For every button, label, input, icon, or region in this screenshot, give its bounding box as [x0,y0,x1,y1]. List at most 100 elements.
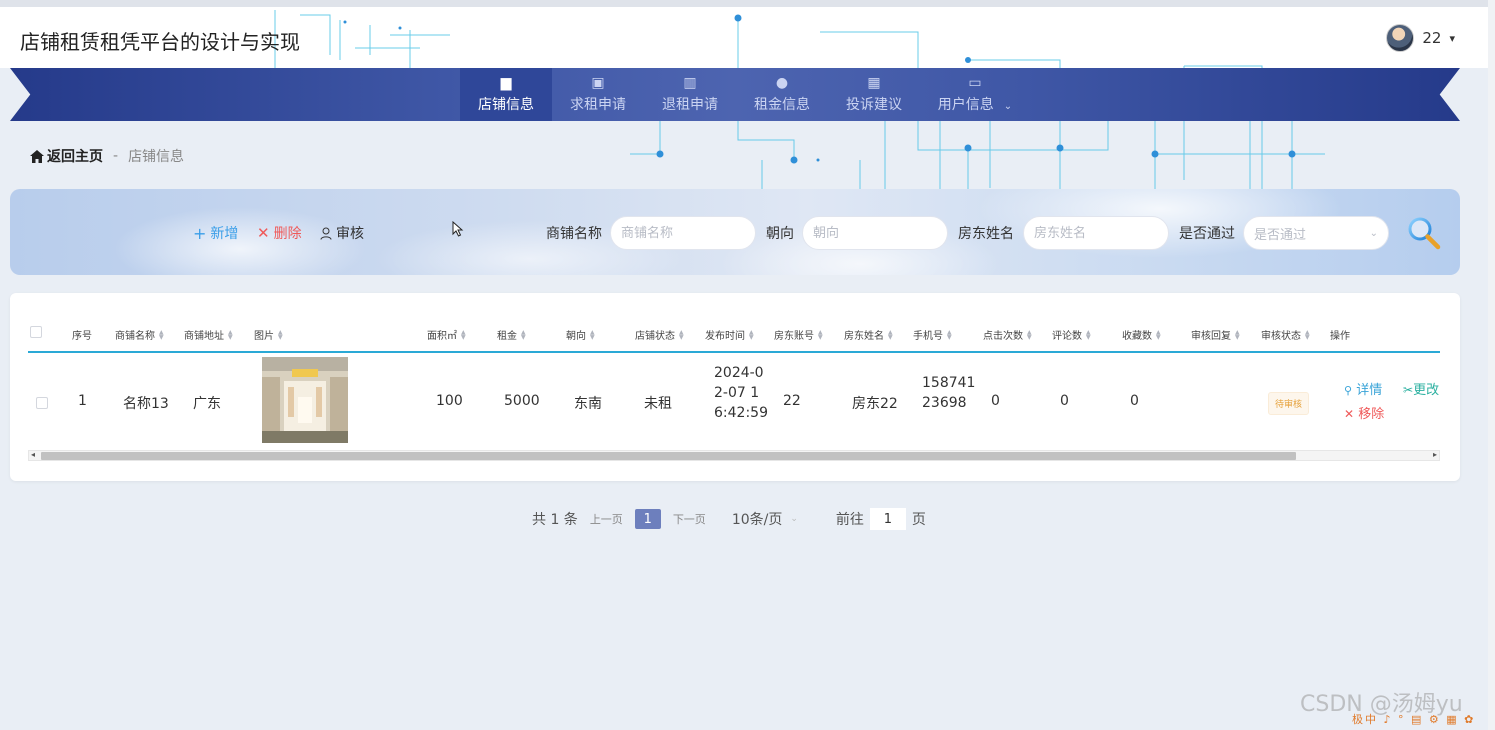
pass-label: 是否通过 [1179,226,1235,242]
horizontal-scrollbar[interactable]: ◂ ▸ [28,450,1440,461]
add-label: 新增 [210,226,239,242]
detail-label: 详情 [1356,383,1383,398]
owner-name-label: 房东姓名 [958,226,1014,242]
cell-publish-time: 2024-0 2-07 1 6:42:59 [714,363,768,423]
col-rent[interactable]: 租金 ▲ ▼ [497,327,526,342]
chevron-down-icon: ⌄ [1003,101,1013,112]
pass-select[interactable]: 是否通过 ⌄ [1243,216,1389,250]
search-icon[interactable] [1406,215,1442,251]
sort-icon: ▲ ▼ [1156,328,1161,341]
col-audit-status[interactable]: 审核状态 ▲ ▼ [1261,327,1310,342]
nav-item-label: 投诉建议 [846,97,902,113]
briefcase-icon: ▣ [591,75,605,91]
owner-name-input[interactable] [1023,216,1169,250]
col-area[interactable]: 面积㎡ ▲ ▼ [427,327,466,342]
col-owner-account[interactable]: 房东账号 ▲ ▼ [774,327,823,342]
cell-rent: 5000 [504,393,540,409]
page-scrollbar[interactable] [1488,0,1495,730]
cell-direction: 东南 [574,396,602,412]
col-owner-name[interactable]: 房东姓名 ▲ ▼ [844,327,893,342]
cell-area: 100 [436,393,463,409]
user-menu[interactable]: 22 ▾ [1386,24,1455,52]
col-shop-status[interactable]: 店铺状态 ▲ ▼ [635,327,684,342]
col-shop-address[interactable]: 商铺地址 ▲ ▼ [184,327,233,342]
goto-page-input[interactable] [869,508,906,530]
col-index: 序号 [72,331,92,342]
table-row: 1 名称13 广东 100 5000 东南 未租 2024-0 2-07 1 6… [28,355,1440,449]
sort-icon: ▲ ▼ [1086,328,1091,341]
goto-suffix: 页 [911,512,926,528]
ime-toolbar[interactable]: 极中 ♪ ° ▤ ⚙ ▦ ✿ [1352,711,1475,727]
direction-label: 朝向 [766,226,794,242]
sort-icon: ▲ ▼ [679,328,684,341]
detail-button[interactable]: ⚲ 详情 [1344,379,1382,398]
nav-item-user-info[interactable]: ▭ 用户信息 ⌄ [920,68,1030,121]
breadcrumb-current: 店铺信息 [128,149,185,165]
table-panel: 序号 商铺名称 ▲ ▼ 商铺地址 ▲ ▼ 图片 ▲ ▼ 面积㎡ ▲ ▼ 租金 ▲ ▼ 朝向 ▲ ▼ 店铺… [10,293,1460,481]
pass-select-placeholder: 是否通过 [1254,227,1307,243]
filter-panel: + 新增 ✕ 删除 审核 商铺名称 朝向 房东姓名 是否通过 是否通过 ⌄ [10,189,1460,275]
col-publish-time[interactable]: 发布时间 ▲ ▼ [705,327,754,342]
row-checkbox[interactable] [36,397,48,409]
shop-name-input[interactable] [610,216,756,250]
site-title: 店铺租赁租凭平台的设计与实现 [20,30,300,54]
edit-button[interactable]: ✂更改 [1403,379,1440,398]
nav-item-shop-info[interactable]: ▆ 店铺信息 [460,68,552,121]
sort-icon: ▲ ▼ [749,328,754,341]
goto-prefix: 前往 [835,512,864,528]
next-page-button[interactable]: 下一页 [673,511,706,527]
breadcrumb: 返回主页 - 店铺信息 [30,146,184,166]
sort-icon: ▲ ▼ [947,328,952,341]
goto-page: 前往 页 [836,508,926,530]
page-number-current[interactable]: 1 [634,509,661,529]
mouse-cursor-icon [452,221,464,237]
nav-item-complaints[interactable]: ▦ 投诉建议 [828,68,920,121]
cell-address: 广东 [193,396,221,412]
delete-button[interactable]: ✕ 删除 [257,223,302,243]
nav-item-rent-info[interactable]: ● 租金信息 [736,68,828,121]
breadcrumb-separator: - [113,148,119,164]
col-clicks[interactable]: 点击次数 ▲ ▼ [983,327,1032,342]
page-size-select[interactable]: 10条/页 ⌄ [732,509,798,529]
caret-down-icon: ▾ [1449,31,1455,45]
shop-image[interactable] [262,357,348,443]
table-header: 序号 商铺名称 ▲ ▼ 商铺地址 ▲ ▼ 图片 ▲ ▼ 面积㎡ ▲ ▼ 租金 ▲ ▼ 朝向 ▲ ▼ 店铺… [28,315,1440,353]
shop-photo [262,357,348,443]
breadcrumb-home[interactable]: 返回主页 [30,146,103,166]
col-audit-reply[interactable]: 审核回复 ▲ ▼ [1191,327,1240,342]
add-button[interactable]: + 新增 [193,223,238,243]
audit-button[interactable]: 审核 [320,223,364,243]
col-shop-name[interactable]: 商铺名称 ▲ ▼ [115,327,164,342]
nav-item-rent-request[interactable]: ▣ 求租申请 [552,68,644,121]
col-image[interactable]: 图片 ▲ ▼ [254,327,283,342]
main-nav: ▆ 店铺信息 ▣ 求租申请 ▥ 退租申请 ● 租金信息 ▦ 投诉建议 ▭ 用户信… [10,68,1460,121]
prev-page-button[interactable]: 上一页 [590,511,623,527]
col-favorites[interactable]: 收藏数 ▲ ▼ [1122,327,1161,342]
book-icon: ▥ [683,75,697,91]
col-phone[interactable]: 手机号 ▲ ▼ [913,327,952,342]
shop-name-label: 商铺名称 [546,226,602,242]
user-icon: ● [775,75,789,91]
nav-item-label: 店铺信息 [478,97,534,113]
nav-item-label: 退租申请 [662,97,718,113]
direction-input[interactable] [802,216,948,250]
select-all-checkbox[interactable] [30,326,42,338]
sort-icon: ▲ ▼ [1305,328,1310,341]
avatar[interactable] [1386,24,1415,52]
sort-icon: ▲ ▼ [1027,328,1032,341]
chevron-down-icon: ⌄ [1369,227,1378,239]
home-icon [30,149,44,163]
status-badge: 待审核 [1268,392,1310,415]
breadcrumb-home-label: 返回主页 [47,149,103,165]
scrollbar-thumb[interactable] [41,452,1296,460]
remove-label: 移除 [1358,407,1385,422]
scroll-right-icon[interactable]: ▸ [1433,450,1437,459]
col-comments[interactable]: 评论数 ▲ ▼ [1052,327,1091,342]
col-direction[interactable]: 朝向 ▲ ▼ [566,327,595,342]
remove-button[interactable]: ✕ 移除 [1344,403,1384,422]
nav-item-label-row: 用户信息 ⌄ [938,94,1012,114]
nav-item-return-request[interactable]: ▥ 退租申请 [644,68,736,121]
user-outline-icon [320,227,332,240]
scroll-left-icon[interactable]: ◂ [31,450,35,459]
nav-item-label: 用户信息 [937,97,994,113]
